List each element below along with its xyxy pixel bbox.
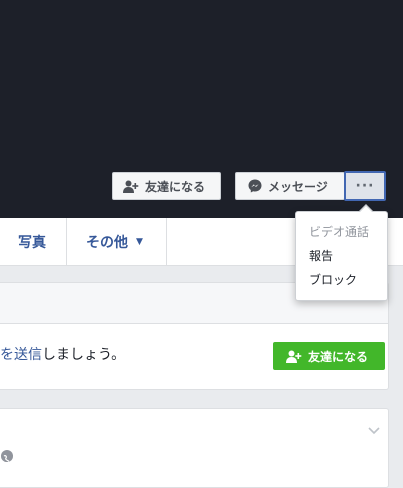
add-friend-label: 友達になる (145, 179, 206, 194)
post-card (0, 408, 389, 488)
add-friend-green-button[interactable]: 友達になる (273, 342, 385, 370)
nav-divider (66, 218, 67, 265)
globe-icon (1, 450, 13, 462)
friend-request-suffix: しましょう。 (42, 347, 126, 363)
chevron-down-icon[interactable] (368, 427, 380, 435)
nav-divider (166, 218, 167, 265)
menu-item-video-call: ビデオ通話 (309, 225, 370, 239)
add-friend-icon (123, 180, 139, 193)
message-button[interactable]: メッセージ (235, 172, 345, 200)
menu-item-report[interactable]: 報告 (296, 244, 387, 268)
tab-more-label: その他 (86, 234, 128, 251)
friend-request-text: を送信しましょう。 (0, 344, 125, 364)
messenger-icon (248, 179, 262, 193)
add-friend-icon (286, 350, 302, 363)
more-icon: ··· (355, 178, 375, 194)
message-label: メッセージ (268, 179, 328, 194)
menu-item-block[interactable]: ブロック (296, 268, 387, 292)
more-options-button[interactable]: ··· (344, 171, 386, 201)
tab-photos-label: 写真 (18, 234, 46, 251)
tab-more[interactable]: その他 ▼ (86, 218, 143, 265)
tab-photos[interactable]: 写真 (18, 218, 46, 265)
caret-down-icon: ▼ (136, 236, 143, 247)
add-friend-green-label: 友達になる (308, 349, 369, 364)
more-options-menu: ビデオ通話 報告 ブロック (295, 204, 388, 301)
send-request-link[interactable]: を送信 (0, 347, 42, 363)
add-friend-button[interactable]: 友達になる (112, 172, 221, 200)
